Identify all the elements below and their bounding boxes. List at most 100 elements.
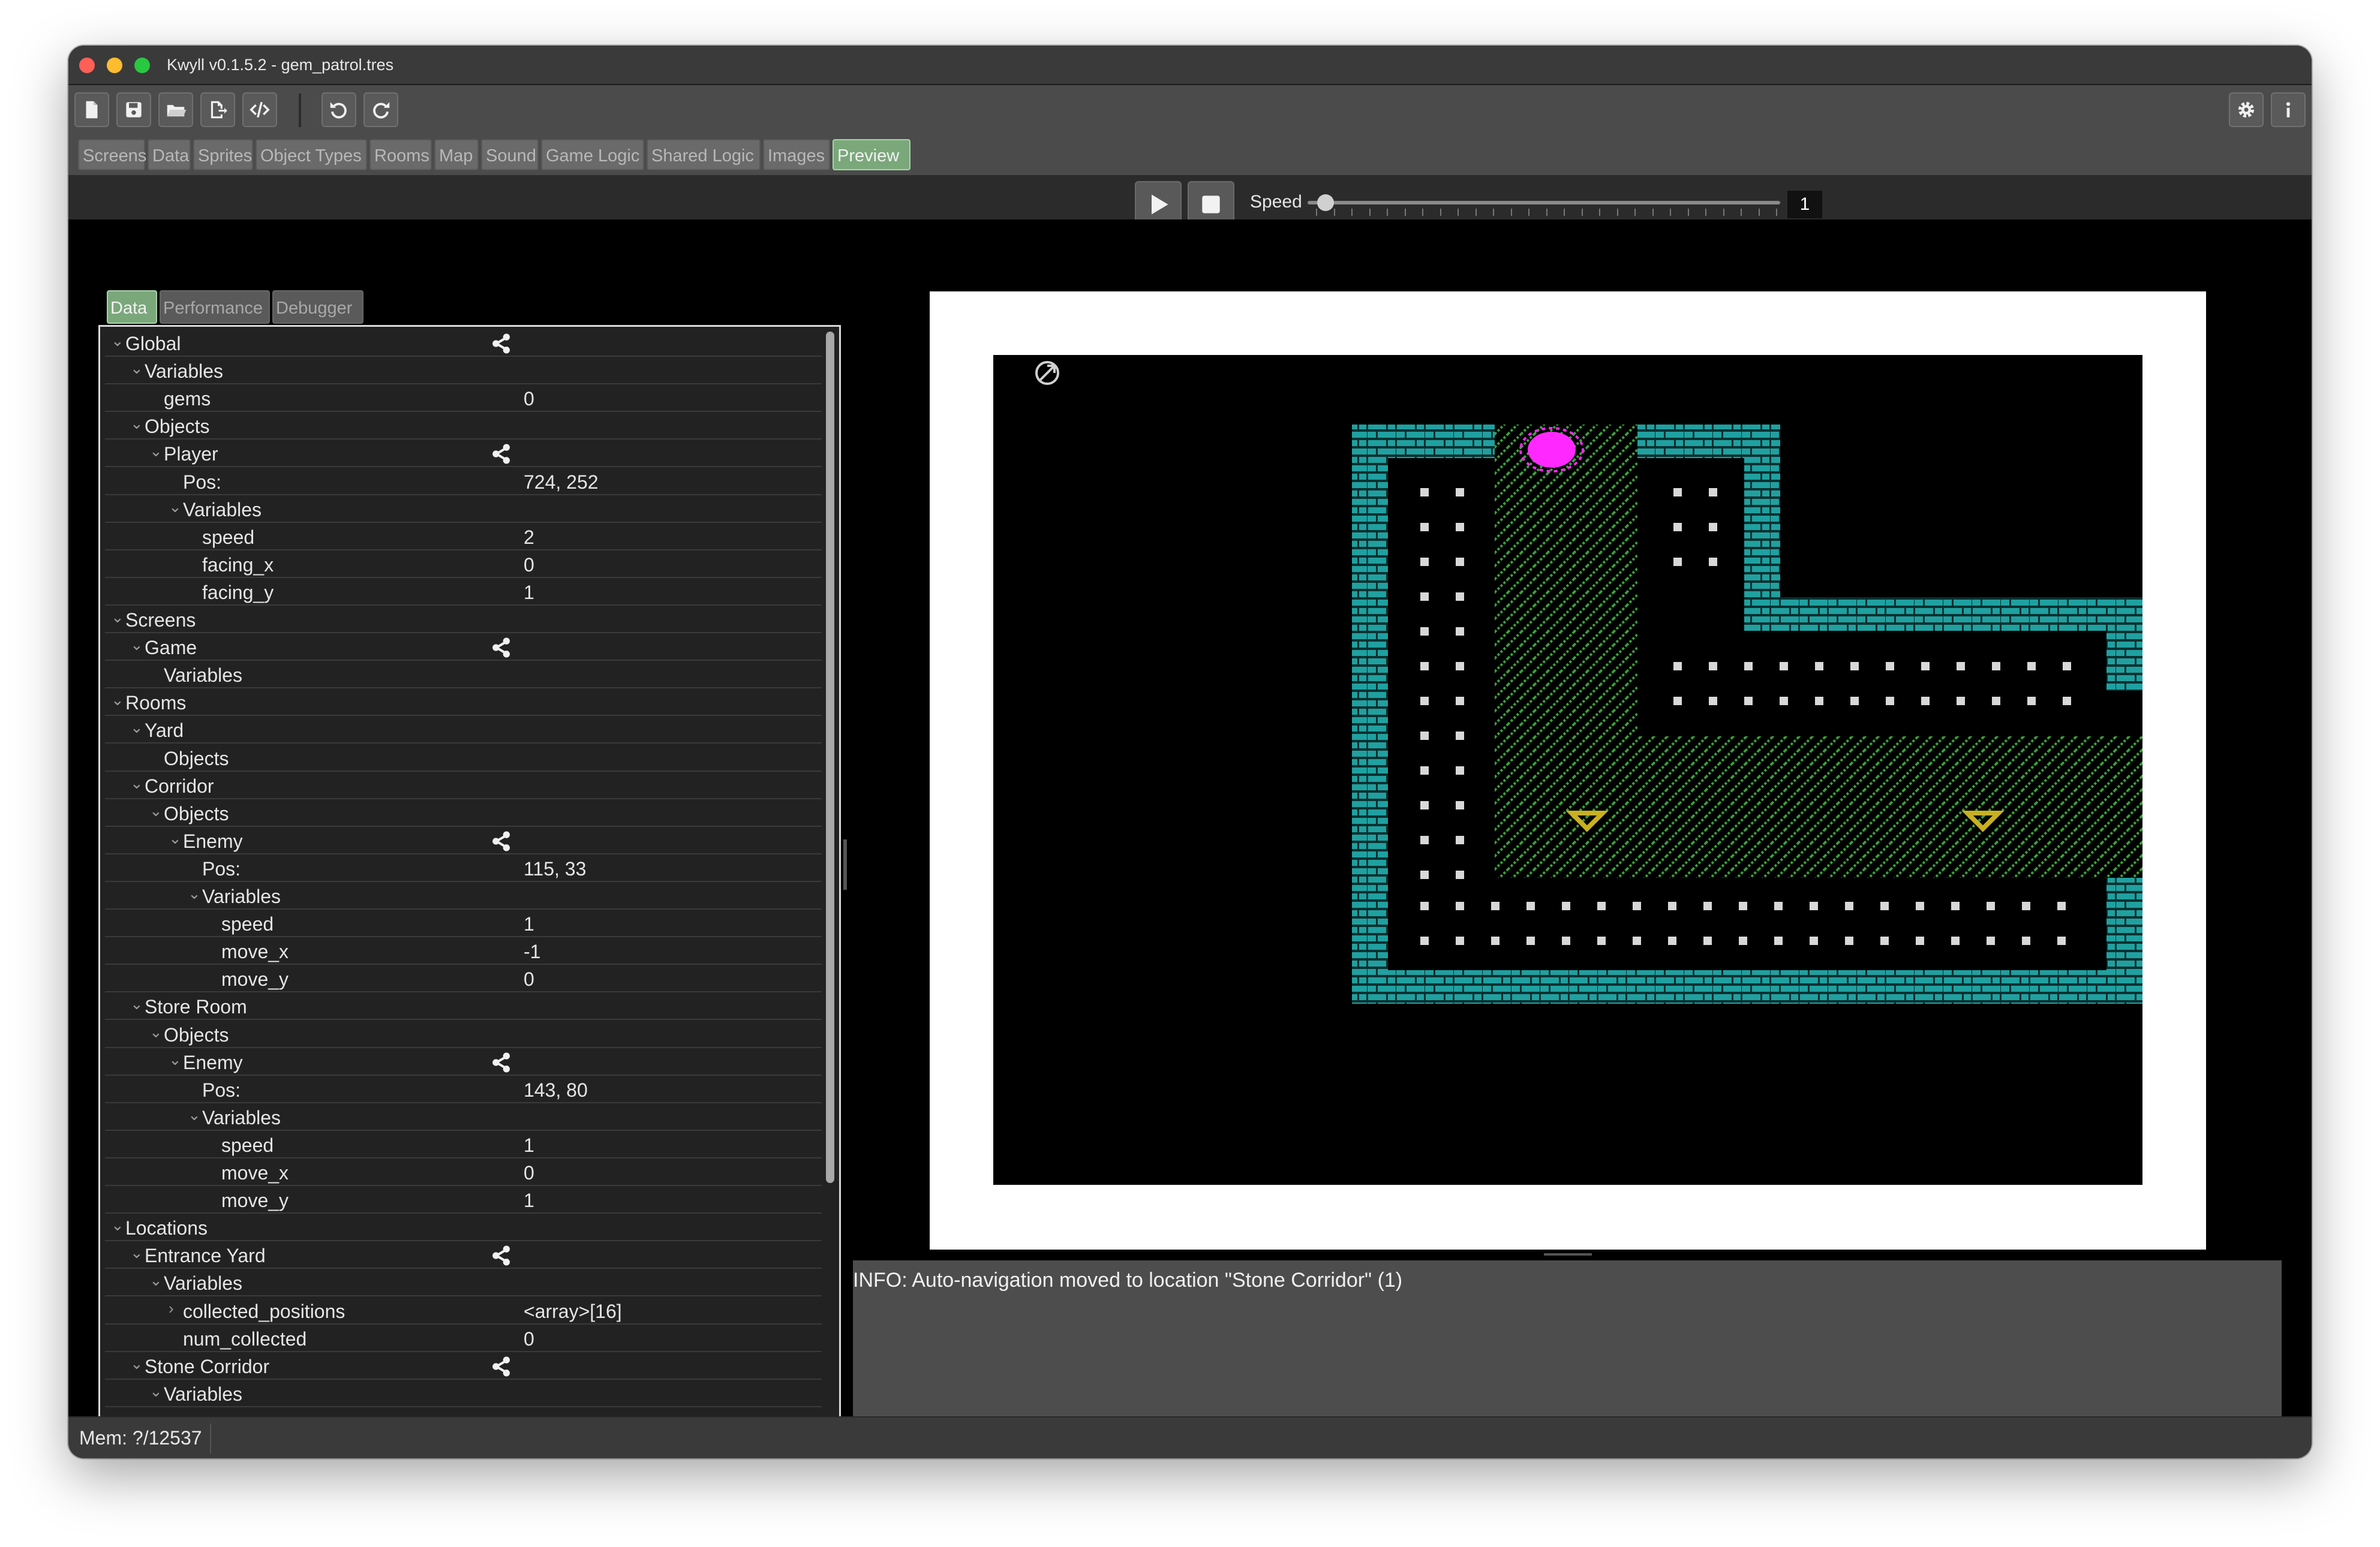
tree-row[interactable]: ⌄ Variables: [105, 1103, 822, 1131]
code-button[interactable]: [242, 92, 277, 127]
tree-row[interactable]: ⌄ Player: [105, 440, 822, 468]
collapse-chevron-icon[interactable]: ⌄: [169, 829, 182, 848]
share-icon[interactable]: [488, 1051, 515, 1075]
tree-row[interactable]: num_collected 0: [105, 1325, 822, 1352]
tree-row[interactable]: move_x 0: [105, 1158, 822, 1186]
collapse-chevron-icon[interactable]: ⌄: [130, 995, 143, 1013]
collapse-chevron-icon[interactable]: ⌄: [130, 774, 143, 793]
share-icon[interactable]: [488, 1244, 515, 1268]
settings-button[interactable]: [2229, 92, 2264, 127]
speed-slider-handle[interactable]: [1317, 194, 1334, 211]
tree-row[interactable]: move_x -1: [105, 937, 822, 965]
tree-row[interactable]: ⌄ Rooms: [105, 688, 822, 717]
tree-row[interactable]: ⌄ Global: [105, 329, 822, 357]
tree-row[interactable]: move_y 1: [105, 1186, 822, 1214]
tree-row[interactable]: ⌄ Enemy: [105, 827, 822, 854]
share-icon[interactable]: [488, 1355, 515, 1379]
tree-row[interactable]: ⌄ Screens: [105, 606, 822, 633]
collapse-chevron-icon[interactable]: ⌄: [111, 691, 124, 709]
tab-shared-logic[interactable]: Shared Logic: [647, 139, 761, 170]
collapse-chevron-icon[interactable]: ⌄: [169, 1051, 182, 1069]
share-icon[interactable]: [488, 829, 515, 853]
collapse-chevron-icon[interactable]: ⌄: [149, 1271, 163, 1290]
tree-row[interactable]: ⌄ Variables: [105, 1380, 822, 1407]
collapse-chevron-icon[interactable]: ⌄: [111, 332, 124, 350]
tab-preview[interactable]: Preview: [833, 139, 910, 170]
redo-button[interactable]: [363, 92, 398, 127]
tree-row[interactable]: ⌄ Variables: [105, 495, 822, 523]
collapse-chevron-icon[interactable]: ⌄: [149, 1023, 163, 1042]
export-button[interactable]: [200, 92, 235, 127]
tree-row[interactable]: speed 1: [105, 1131, 822, 1158]
tab-game-logic[interactable]: Game Logic: [541, 139, 644, 170]
tree-row[interactable]: ⌄ Variables: [105, 1269, 822, 1297]
log-splitter[interactable]: [1544, 1253, 1592, 1256]
tree-row[interactable]: ⌄ Game: [105, 633, 822, 661]
tree-row[interactable]: Pos: 143, 80: [105, 1076, 822, 1103]
game-viewport[interactable]: [993, 355, 2142, 1185]
share-icon[interactable]: [488, 332, 515, 356]
tab-screens[interactable]: Screens: [78, 139, 146, 170]
tree-scrollbar[interactable]: [826, 332, 834, 1183]
tree-row[interactable]: ⌄ Locations: [105, 1214, 822, 1242]
collapse-chevron-icon[interactable]: ⌄: [130, 718, 143, 737]
tree-row[interactable]: move_y 0: [105, 965, 822, 993]
collapse-chevron-icon[interactable]: ⌄: [130, 414, 143, 433]
tab-object-types[interactable]: Object Types: [256, 139, 367, 170]
tree-row[interactable]: ⌄ Corridor: [105, 772, 822, 799]
save-button[interactable]: [116, 92, 151, 127]
info-button[interactable]: [2271, 92, 2306, 127]
tree-row[interactable]: Variables: [105, 661, 822, 689]
collapse-chevron-icon[interactable]: ⌄: [169, 498, 182, 516]
collapse-chevron-icon[interactable]: ⌄: [188, 1106, 201, 1124]
tree-row[interactable]: speed 1: [105, 910, 822, 938]
tree-row[interactable]: ⌄ Yard: [105, 716, 822, 744]
collapse-chevron-icon[interactable]: ⌄: [130, 636, 143, 654]
tree-row[interactable]: ⌄ Variables: [105, 357, 822, 385]
tab-images[interactable]: Images: [763, 139, 830, 170]
speed-slider[interactable]: [1308, 201, 1780, 204]
tree-row[interactable]: gems 0: [105, 384, 822, 413]
tree-row[interactable]: ⌄ Stone Corridor: [105, 1352, 822, 1380]
zoom-window-button[interactable]: [134, 58, 150, 73]
collapse-chevron-icon[interactable]: ⌄: [130, 1244, 143, 1262]
tree-row[interactable]: facing_y 1: [105, 578, 822, 606]
tab-data[interactable]: Data: [148, 139, 191, 170]
tree-row[interactable]: ⌄ Entrance Yard: [105, 1241, 822, 1269]
tab-sprites[interactable]: Sprites: [193, 139, 253, 170]
collapse-chevron-icon[interactable]: ⌄: [111, 1216, 124, 1235]
tab-sound[interactable]: Sound: [481, 139, 539, 170]
expand-chevron-icon[interactable]: ›: [169, 1299, 174, 1318]
collapse-chevron-icon[interactable]: ⌄: [111, 608, 124, 627]
collapse-chevron-icon[interactable]: ⌄: [130, 1355, 143, 1373]
close-window-button[interactable]: [79, 58, 95, 73]
tree-row[interactable]: Objects: [105, 744, 822, 772]
tree-row[interactable]: facing_x 0: [105, 550, 822, 578]
tab-map[interactable]: Map: [434, 139, 479, 170]
share-icon[interactable]: [488, 442, 515, 466]
tree-row[interactable]: ⌄ Enemy: [105, 1048, 822, 1076]
collapse-chevron-icon[interactable]: ⌄: [149, 802, 163, 820]
collapse-chevron-icon[interactable]: ⌄: [149, 1382, 163, 1401]
tree-row[interactable]: › collected_positions <array>[16]: [105, 1297, 822, 1325]
tree-row[interactable]: ⌄ Objects: [105, 412, 822, 440]
collapse-chevron-icon[interactable]: ⌄: [188, 884, 201, 903]
subtab-debugger[interactable]: Debugger: [272, 290, 363, 324]
tree-row[interactable]: ⌄ Store Room: [105, 992, 822, 1021]
subtab-data[interactable]: Data: [107, 290, 157, 324]
tree-row[interactable]: Pos: 724, 252: [105, 468, 822, 495]
panel-splitter[interactable]: [843, 839, 847, 890]
share-icon[interactable]: [488, 636, 515, 660]
collapse-chevron-icon[interactable]: ⌄: [149, 442, 163, 461]
open-button[interactable]: [158, 92, 193, 127]
tree-row[interactable]: ⌄ Objects: [105, 799, 822, 827]
tree-row[interactable]: Pos: 115, 33: [105, 854, 822, 882]
tab-rooms[interactable]: Rooms: [369, 139, 432, 170]
tree-row[interactable]: speed 2: [105, 523, 822, 550]
tree-row[interactable]: ⌄ Variables: [105, 882, 822, 910]
undo-button[interactable]: [321, 92, 356, 127]
minimize-window-button[interactable]: [107, 58, 122, 73]
tree-row[interactable]: ⌄ Objects: [105, 1021, 822, 1048]
collapse-chevron-icon[interactable]: ⌄: [130, 359, 143, 378]
new-file-button[interactable]: [74, 92, 109, 127]
